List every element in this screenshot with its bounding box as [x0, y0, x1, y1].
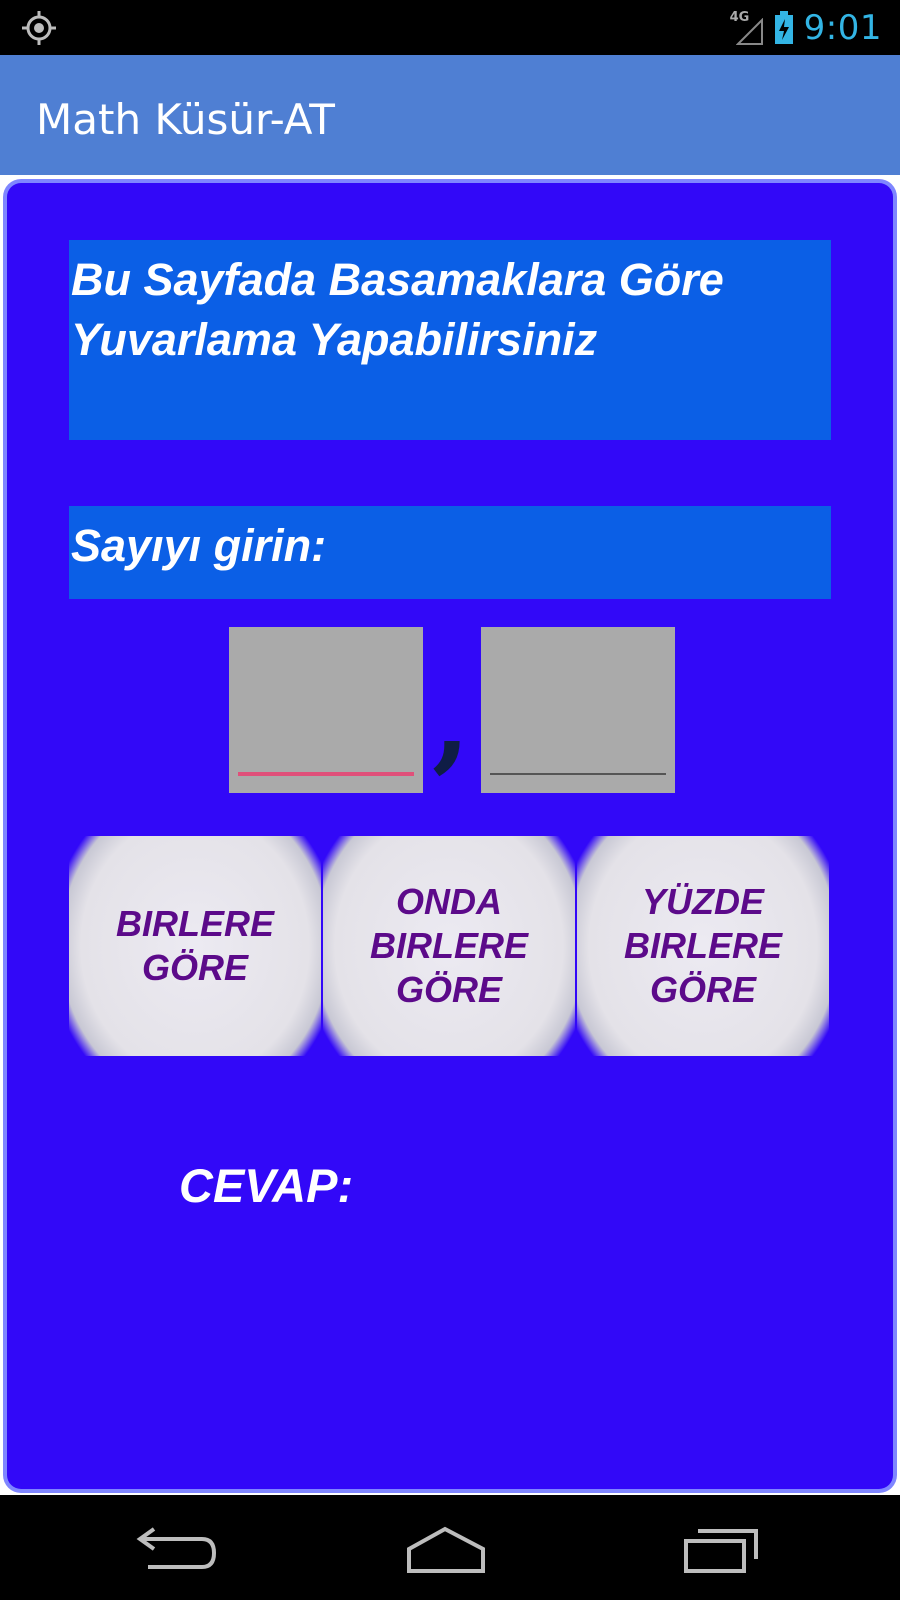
back-icon[interactable] [130, 1525, 220, 1575]
number-prompt-box: Sayıyı girin: [69, 506, 831, 599]
recent-apps-icon[interactable] [678, 1525, 768, 1575]
round-to-tenths-button[interactable]: ONDA BIRLERE GÖRE [323, 836, 575, 1056]
home-icon[interactable] [403, 1525, 493, 1575]
network-indicator: 4G [730, 8, 764, 48]
status-bar: 4G 9:01 [0, 0, 900, 55]
decimal-input-underline [490, 773, 666, 775]
integer-input[interactable] [238, 627, 418, 779]
battery-charging-icon [774, 11, 793, 44]
signal-icon [735, 18, 763, 45]
decimal-separator: , [432, 655, 471, 784]
decimal-input[interactable] [490, 627, 670, 779]
integer-input-underline [238, 772, 414, 776]
round-to-ones-label: BIRLERE GÖRE [115, 903, 274, 988]
round-to-hundredths-label: YÜZDE BIRLERE GÖRE [623, 881, 782, 1010]
round-to-ones-button[interactable]: BIRLERE GÖRE [69, 836, 321, 1056]
app-title: Math Küsür-AT [36, 95, 335, 144]
gps-icon [22, 11, 56, 45]
number-prompt: Sayıyı girin: [71, 520, 327, 571]
status-icons: 4G 9:01 [730, 6, 882, 50]
intro-text: Bu Sayfada Basamaklara Göre Yuvarlama Ya… [71, 254, 724, 365]
answer-label: CEVAP: [179, 1159, 354, 1212]
navigation-bar [0, 1495, 900, 1600]
status-time: 9:01 [803, 8, 882, 48]
decimal-input-box [481, 627, 675, 793]
action-bar: Math Küsür-AT [0, 55, 900, 175]
rounding-panel: Bu Sayfada Basamaklara Göre Yuvarlama Ya… [7, 183, 893, 1489]
round-to-tenths-label: ONDA BIRLERE GÖRE [369, 881, 528, 1010]
content-area: Bu Sayfada Basamaklara Göre Yuvarlama Ya… [0, 175, 900, 1495]
intro-box: Bu Sayfada Basamaklara Göre Yuvarlama Ya… [69, 240, 831, 440]
integer-input-box [229, 627, 423, 793]
round-to-hundredths-button[interactable]: YÜZDE BIRLERE GÖRE [577, 836, 829, 1056]
